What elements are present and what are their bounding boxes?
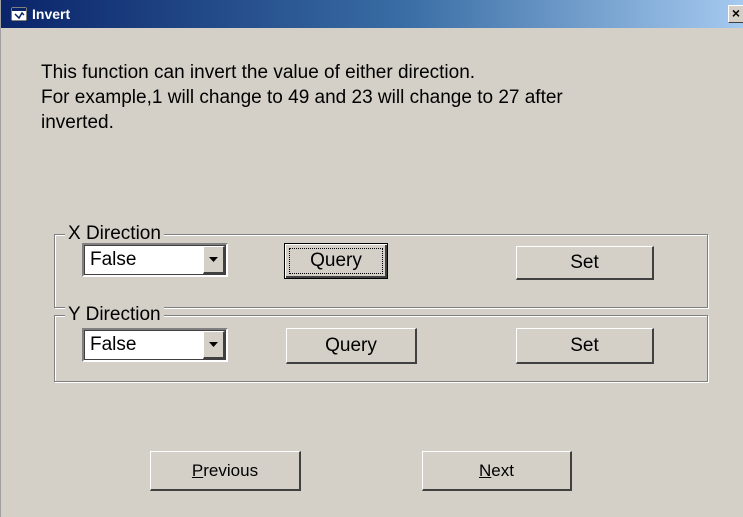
y-direction-label: Y Direction: [65, 304, 164, 326]
x-direction-dropdown-button[interactable]: [203, 246, 225, 274]
description-line-3: inverted.: [41, 112, 114, 133]
next-mnemonic: N: [479, 461, 492, 480]
close-icon: ×: [731, 5, 741, 21]
previous-mnemonic: P: [191, 461, 204, 480]
y-direction-group: Y Direction False Query Set: [54, 304, 708, 382]
y-query-label: Query: [325, 335, 377, 356]
x-direction-select[interactable]: False: [82, 243, 228, 277]
y-set-button[interactable]: Set: [516, 328, 654, 364]
x-query-label: Query: [310, 250, 362, 271]
title-bar[interactable]: Invert ×: [1, 0, 743, 28]
description-text: This function can invert the value of ei…: [41, 60, 731, 135]
previous-button[interactable]: Previous: [150, 451, 301, 491]
x-set-button[interactable]: Set: [516, 246, 654, 280]
window-title: Invert: [32, 6, 71, 22]
x-direction-label: X Direction: [65, 223, 164, 245]
invert-dialog: Invert × This function can invert the va…: [0, 0, 743, 517]
close-button[interactable]: ×: [728, 5, 743, 23]
previous-label: revious: [203, 461, 259, 480]
next-button[interactable]: Next: [422, 451, 572, 491]
x-direction-selected-value: False: [90, 249, 137, 270]
chevron-down-icon: [209, 342, 218, 347]
next-label: ext: [491, 461, 514, 480]
y-direction-select[interactable]: False: [82, 328, 228, 362]
y-direction-selected-value: False: [90, 334, 137, 355]
chevron-down-icon: [209, 257, 218, 262]
y-query-button[interactable]: Query: [286, 328, 417, 364]
y-direction-dropdown-button[interactable]: [203, 331, 225, 359]
description-line-1: This function can invert the value of ei…: [41, 62, 476, 83]
x-set-label: Set: [570, 252, 599, 273]
x-direction-group: X Direction False Query Set: [54, 223, 708, 308]
app-window-icon: [10, 6, 28, 22]
description-line-2: For example,1 will change to 49 and 23 w…: [41, 87, 563, 108]
x-query-button[interactable]: Query: [284, 243, 388, 279]
y-set-label: Set: [570, 335, 599, 356]
